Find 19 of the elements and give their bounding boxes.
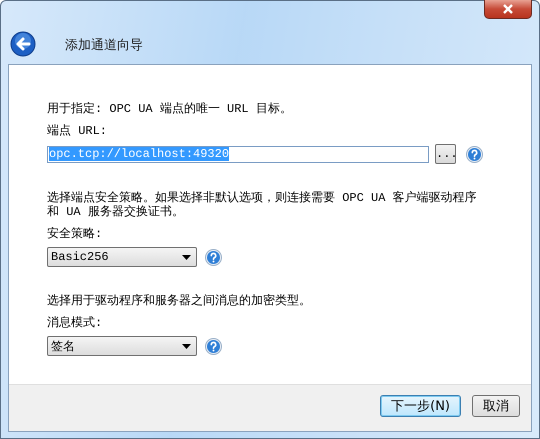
dropdown[interactable]: Basic256	[47, 247, 197, 267]
close-icon	[502, 4, 514, 14]
next-button[interactable]: 下一步(N)	[380, 395, 461, 417]
dropdown-arrow-icon	[182, 254, 191, 260]
browse-button[interactable]: ...	[435, 144, 456, 164]
dropdown[interactable]: 签名	[47, 336, 197, 356]
dropdown-arrow-icon	[182, 344, 191, 348]
close-button[interactable]	[484, 0, 532, 19]
field-label: 端点 URL:	[47, 124, 108, 138]
description-text: 选择用于驱动程序和服务器之间消息的加密类型。	[47, 294, 312, 308]
window-title: 添加通道向导	[65, 37, 143, 54]
description-text: 选择端点安全策略。如果选择非默认选项，则连接需要 OPC UA 客户端驱动程序和 UA 服务器交换证书。	[47, 191, 478, 219]
help-icon[interactable]	[205, 248, 222, 266]
field-label: 消息模式:	[47, 316, 102, 330]
help-icon[interactable]	[205, 338, 222, 354]
cancel-button[interactable]: 取消	[472, 395, 520, 417]
description-text: 用于指定: OPC UA 端点的唯一 URL 目标。	[47, 102, 293, 116]
field-label: 安全策略:	[47, 227, 102, 241]
help-icon[interactable]	[466, 146, 483, 162]
